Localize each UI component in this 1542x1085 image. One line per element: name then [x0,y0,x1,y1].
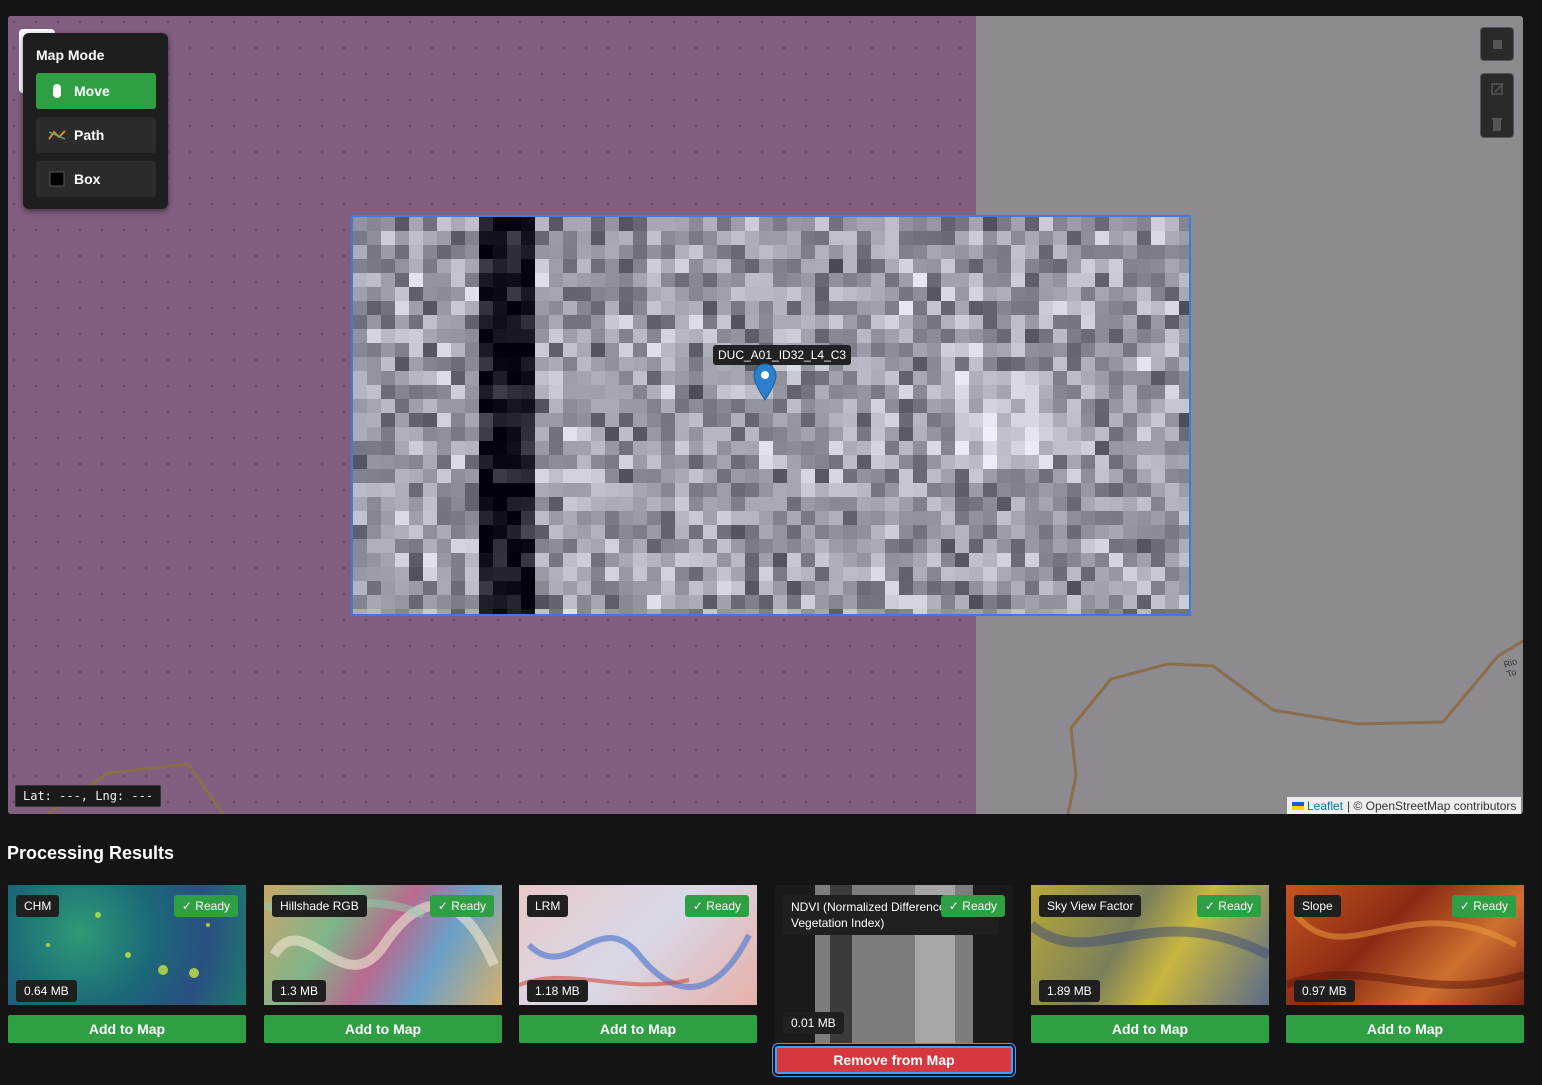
add-to-map-button[interactable]: Add to Map [519,1015,757,1043]
add-to-map-button[interactable]: Add to Map [1286,1015,1524,1043]
map-mode-title: Map Mode [36,47,105,63]
ready-badge: ✓ Ready [684,895,749,917]
file-size: 1.18 MB [527,980,588,1002]
draw-rectangle-button[interactable] [1480,27,1514,61]
square-icon [1493,40,1502,49]
result-card-chm: CHM ✓ Ready 0.64 MB Add to Map [8,885,246,1043]
card-name: Slope [1294,895,1341,917]
edit-icon[interactable] [1481,74,1513,105]
remove-from-map-button[interactable]: Remove from Map [775,1046,1013,1074]
coordinates-readout: Lat: ---, Lng: --- [15,785,162,807]
card-name: Hillshade RGB [272,895,367,917]
mouse-icon [48,82,66,100]
add-to-map-button[interactable]: Add to Map [8,1015,246,1043]
leaflet-link[interactable]: Leaflet [1307,799,1343,813]
result-card-lrm: LRM ✓ Ready 1.18 MB Add to Map [519,885,757,1043]
ready-badge: ✓ Ready [1196,895,1261,917]
location-pin-icon[interactable] [752,362,778,402]
map-view[interactable]: Rio To [8,16,1523,814]
path-mode-button[interactable]: Path [36,117,156,153]
ready-badge: ✓ Ready [173,895,238,917]
add-to-map-button[interactable]: Add to Map [1031,1015,1269,1043]
trash-icon[interactable] [1481,110,1513,141]
result-card-ndvi: NDVI (Normalized Difference Vegetation I… [775,885,1013,1074]
path-mode-label: Path [74,127,105,143]
marker-label: DUC_A01_ID32_L4_C3 [713,345,852,365]
processing-results-title: Processing Results [7,843,175,863]
ready-badge: ✓ Ready [940,895,1005,917]
result-card-hillshade-rgb: Hillshade RGB ✓ Ready 1.3 MB Add to Map [264,885,502,1043]
map-attribution: Leaflet | © OpenStreetMap contributors [1287,797,1522,814]
file-size: 0.64 MB [16,980,77,1002]
ukraine-flag-icon [1292,801,1304,810]
move-mode-label: Move [74,83,110,99]
map-mode-panel: Map Mode Move Path Box [23,33,168,209]
add-to-map-button[interactable]: Add to Map [264,1015,502,1043]
box-icon [48,170,66,188]
card-name: Sky View Factor [1039,895,1142,917]
file-size: 1.89 MB [1039,980,1100,1002]
result-card-slope: Slope ✓ Ready 0.97 MB Add to Map [1286,885,1524,1043]
attribution-text: | © OpenStreetMap contributors [1347,798,1517,813]
file-size: 1.3 MB [272,980,327,1002]
ndvi-raster-overlay [351,215,1191,616]
card-name: LRM [527,895,569,917]
file-size: 0.01 MB [783,1012,844,1034]
file-size: 0.97 MB [1294,980,1355,1002]
edit-tools-group [1480,73,1514,138]
box-mode-label: Box [74,171,101,187]
ready-badge: ✓ Ready [1451,895,1516,917]
card-name: CHM [16,895,60,917]
ready-badge: ✓ Ready [429,895,494,917]
move-mode-button[interactable]: Move [36,73,156,109]
result-card-sky-view-factor: Sky View Factor ✓ Ready 1.89 MB Add to M… [1031,885,1269,1043]
box-mode-button[interactable]: Box [36,161,156,197]
path-icon [48,126,66,144]
